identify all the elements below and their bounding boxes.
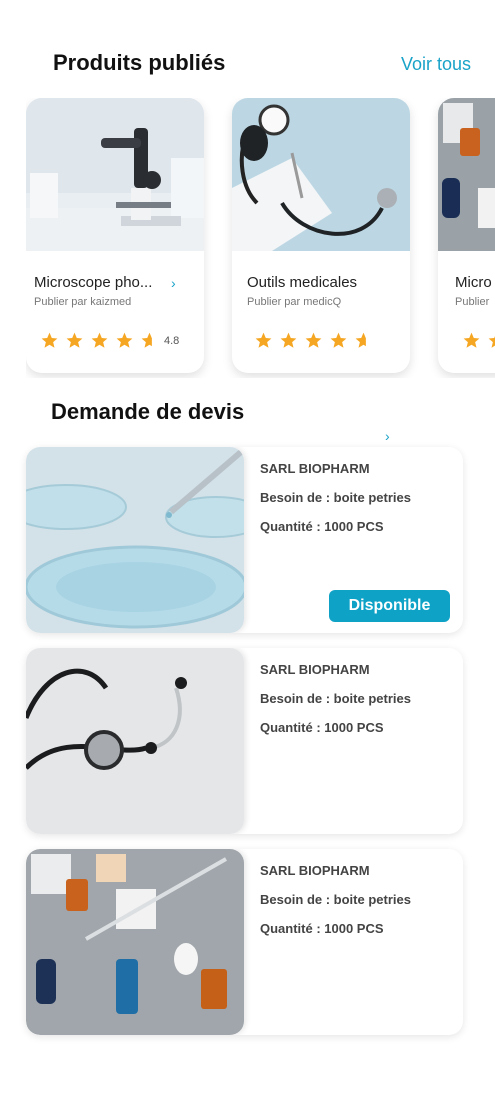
rating-stars — [254, 330, 373, 350]
products-carousel[interactable]: Microscope pho... › Publier par kaizmed … — [26, 98, 495, 378]
quote-need: Besoin de : boite petries — [260, 490, 411, 505]
stethoscope-image — [26, 648, 244, 834]
star-icon — [330, 332, 347, 348]
microscope-image — [26, 98, 204, 251]
half-star-icon — [140, 331, 159, 350]
star-icon — [91, 332, 108, 348]
star-icon — [280, 332, 297, 348]
chevron-right-icon[interactable]: › — [171, 275, 176, 291]
quote-card[interactable]: SARL BIOPHARM Besoin de : boite petries … — [26, 447, 463, 633]
medical-tools-image — [232, 98, 410, 251]
rating-stars — [462, 330, 495, 350]
product-name: Microscope pho... — [34, 274, 153, 291]
medical-supplies-image — [438, 98, 495, 251]
quote-company: SARL BIOPHARM — [260, 863, 370, 878]
product-publisher: Publier — [455, 296, 490, 308]
medical-supplies-image — [26, 849, 244, 1035]
product-publisher: Publier par medicQ — [247, 296, 342, 308]
quote-need: Besoin de : boite petries — [260, 892, 411, 907]
quote-card[interactable]: SARL BIOPHARM Besoin de : boite petries … — [26, 849, 463, 1035]
product-name: Outils medicales — [247, 274, 358, 291]
quote-quantity: Quantité : 1000 PCS — [260, 921, 384, 936]
quote-company: SARL BIOPHARM — [260, 662, 370, 677]
product-card-medical-tools[interactable]: Outils medicales Publier par medicQ — [232, 98, 410, 373]
star-icon — [41, 332, 58, 348]
star-icon — [116, 332, 133, 348]
availability-badge[interactable]: Disponible — [329, 590, 450, 622]
quote-need: Besoin de : boite petries — [260, 691, 411, 706]
product-card-microscope[interactable]: Microscope pho... › Publier par kaizmed … — [26, 98, 204, 373]
product-publisher: Publier par kaizmed — [34, 296, 132, 308]
rating-stars — [40, 330, 159, 350]
rating-value: 4.8 — [164, 335, 180, 347]
chevron-right-icon[interactable]: › — [385, 428, 390, 444]
quote-card[interactable]: SARL BIOPHARM Besoin de : boite petries … — [26, 648, 463, 834]
star-icon — [66, 332, 83, 348]
star-icon — [255, 332, 272, 348]
half-star-icon — [354, 331, 373, 350]
star-icon — [463, 332, 480, 348]
quote-quantity: Quantité : 1000 PCS — [260, 519, 384, 534]
product-name: Micro — [455, 274, 492, 291]
published-title: Produits publiés — [53, 50, 226, 75]
quote-quantity: Quantité : 1000 PCS — [260, 720, 384, 735]
product-card-micro[interactable]: Micro Publier — [438, 98, 495, 373]
petri-dish-image — [26, 447, 244, 633]
star-icon — [305, 332, 322, 348]
quotes-title: Demande de devis — [51, 399, 245, 424]
see-all-link[interactable]: Voir tous — [401, 54, 471, 75]
quote-company: SARL BIOPHARM — [260, 461, 370, 476]
star-icon — [488, 335, 495, 348]
